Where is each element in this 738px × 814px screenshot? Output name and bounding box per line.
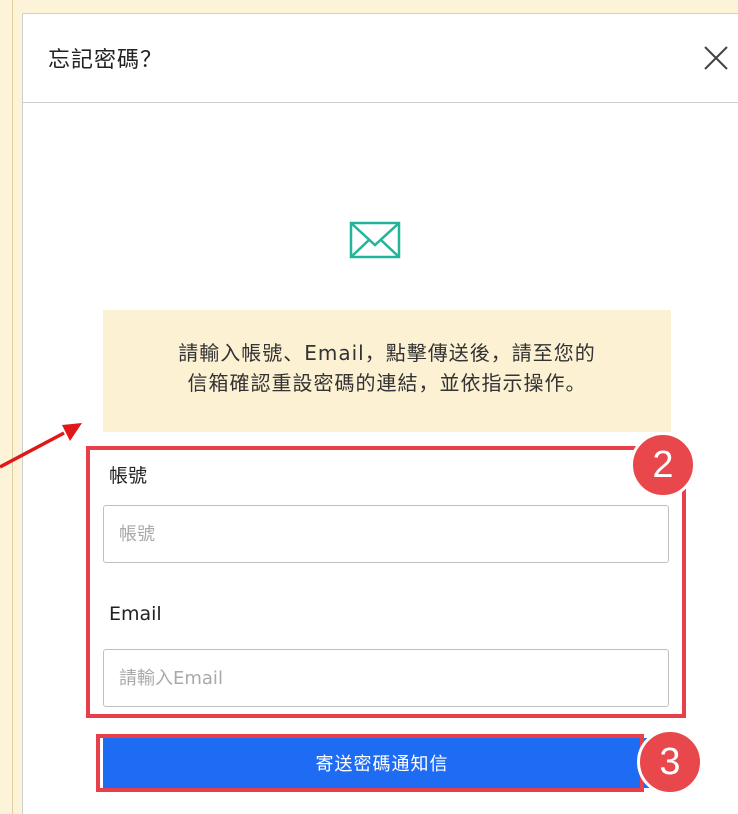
- step-3-badge: 3: [637, 729, 703, 795]
- notice-line-2: 信箱確認重設密碼的連結，並依指示操作。: [187, 371, 587, 395]
- close-icon[interactable]: [701, 43, 731, 73]
- modal-header: 忘記密碼？: [23, 14, 738, 103]
- step-2-badge: 2: [630, 432, 696, 498]
- instruction-notice: 請輸入帳號、Email，點擊傳送後，請至您的 信箱確認重設密碼的連結，並依指示操…: [103, 310, 671, 432]
- arrow-icon: [0, 415, 90, 475]
- left-panel: [0, 0, 13, 814]
- envelope-icon: [347, 215, 403, 263]
- notice-line-1: 請輸入帳號、Email，點擊傳送後，請至您的: [178, 341, 596, 365]
- button-highlight-box: [96, 734, 644, 792]
- modal-title: 忘記密碼？: [48, 48, 164, 73]
- form-highlight-box: [86, 446, 686, 718]
